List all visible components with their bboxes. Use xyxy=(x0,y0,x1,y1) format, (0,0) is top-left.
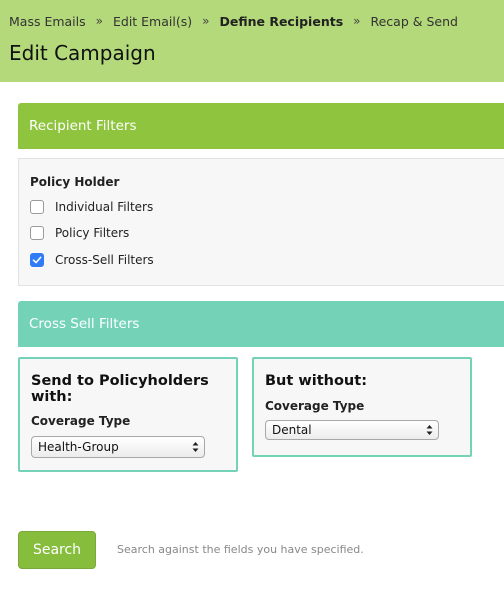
cross-sell-filters-option[interactable]: Cross-Sell Filters xyxy=(30,252,154,268)
individual-filters-option[interactable]: Individual Filters xyxy=(30,199,153,215)
but-without-card: But without: Coverage Type Dental xyxy=(252,357,472,457)
without-coverage-type-value: Dental xyxy=(272,423,312,437)
cross-sell-filters-label: Cross-Sell Filters xyxy=(55,253,154,267)
breadcrumb-separator: » xyxy=(202,14,210,28)
breadcrumb: Mass Emails » Edit Email(s) » Define Rec… xyxy=(9,12,458,30)
but-without-title: But without: xyxy=(265,373,367,389)
policy-filters-checkbox[interactable] xyxy=(30,226,44,240)
with-coverage-type-label: Coverage Type xyxy=(31,414,131,428)
policy-filters-option[interactable]: Policy Filters xyxy=(30,225,129,241)
with-coverage-type-select[interactable]: Health-Group xyxy=(31,436,205,458)
cross-sell-filters-header: Cross Sell Filters xyxy=(18,301,504,347)
breadcrumb-define-recipients: Define Recipients xyxy=(219,13,344,29)
breadcrumb-recap-send[interactable]: Recap & Send xyxy=(370,14,457,29)
breadcrumb-mass-emails[interactable]: Mass Emails xyxy=(9,14,86,29)
recipient-filters-panel: Policy Holder Individual Filters Policy … xyxy=(18,158,504,286)
recipient-filters-heading: Recipient Filters xyxy=(29,118,137,134)
checkmark-icon xyxy=(32,256,42,264)
cross-sell-filters-heading: Cross Sell Filters xyxy=(29,316,140,332)
search-hint: Search against the fields you have speci… xyxy=(117,543,364,556)
policy-holder-label: Policy Holder xyxy=(30,175,120,189)
select-arrows-icon xyxy=(192,442,199,452)
send-with-card: Send to Policyholders with: Coverage Typ… xyxy=(18,357,238,472)
page-title: Edit Campaign xyxy=(9,41,156,65)
breadcrumb-edit-emails[interactable]: Edit Email(s) xyxy=(113,14,192,29)
individual-filters-label: Individual Filters xyxy=(55,200,154,214)
select-arrows-icon xyxy=(426,425,433,435)
breadcrumb-separator: » xyxy=(353,14,361,28)
individual-filters-checkbox[interactable] xyxy=(30,200,44,214)
search-button[interactable]: Search xyxy=(18,531,96,569)
cross-sell-filters-checkbox[interactable] xyxy=(30,253,44,267)
with-coverage-type-value: Health-Group xyxy=(38,440,119,454)
without-coverage-type-select[interactable]: Dental xyxy=(265,420,439,440)
recipient-filters-header: Recipient Filters xyxy=(18,103,504,149)
send-with-title: Send to Policyholders with: xyxy=(31,373,209,405)
policy-filters-label: Policy Filters xyxy=(55,226,130,240)
without-coverage-type-label: Coverage Type xyxy=(265,399,365,413)
page-header: Mass Emails » Edit Email(s) » Define Rec… xyxy=(0,0,504,82)
breadcrumb-separator: » xyxy=(95,14,103,28)
